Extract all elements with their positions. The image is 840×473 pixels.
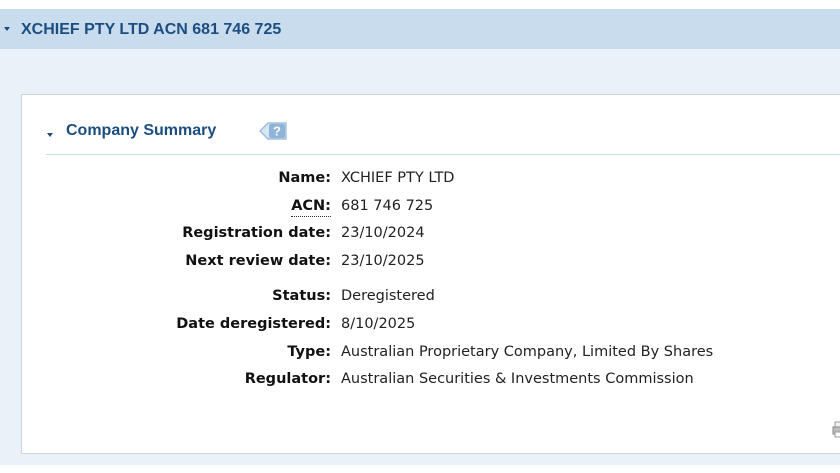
field-value: Australian Securities & Investments Comm… [341,371,694,387]
field-row-next-review-date: Next review date: 23/10/2025 [0,251,840,271]
field-value: XCHIEF PTY LTD [341,170,455,186]
field-value: Australian Proprietary Company, Limited … [341,344,714,360]
field-label: Next review date: [185,253,331,269]
print-icon[interactable] [832,420,840,438]
company-panel-title: XCHIEF PTY LTD ACN 681 746 725 [21,21,282,38]
field-label-abbr: ACN: [291,196,331,217]
help-icon-label: ? [273,124,281,139]
help-icon[interactable]: ? [258,119,288,143]
field-row-type: Type: Australian Proprietary Company, Li… [0,342,840,362]
field-value: 23/10/2024 [341,225,425,241]
chevron-down-icon[interactable] [4,27,10,31]
field-label: Date deregistered: [176,316,331,332]
field-row-name: Name: XCHIEF PTY LTD [0,168,840,188]
field-value: 681 746 725 [341,198,434,214]
field-value: Deregistered [341,288,435,304]
field-value: 23/10/2025 [341,253,425,269]
field-row-date-deregistered: Date deregistered: 8/10/2025 [0,314,840,334]
company-panel-header[interactable]: XCHIEF PTY LTD ACN 681 746 725 [0,9,840,49]
page: XCHIEF PTY LTD ACN 681 746 725 Company S… [0,0,840,473]
field-row-registration-date: Registration date: 23/10/2024 [0,223,840,243]
field-row-status: Status: Deregistered [0,286,840,306]
field-label: Regulator: [244,371,331,387]
field-label: Status: [272,288,331,304]
chevron-down-icon[interactable] [47,133,53,137]
field-row-regulator: Regulator: Australian Securities & Inves… [0,369,840,389]
field-label: Name: [278,170,331,186]
company-summary-title[interactable]: Company Summary [66,121,216,141]
company-summary-panel [21,94,840,454]
summary-divider [46,154,840,155]
field-label: Type: [287,344,331,360]
field-label: Registration date: [182,225,331,241]
field-row-acn: ACN: 681 746 725 [0,196,840,217]
field-value: 8/10/2025 [341,316,416,332]
